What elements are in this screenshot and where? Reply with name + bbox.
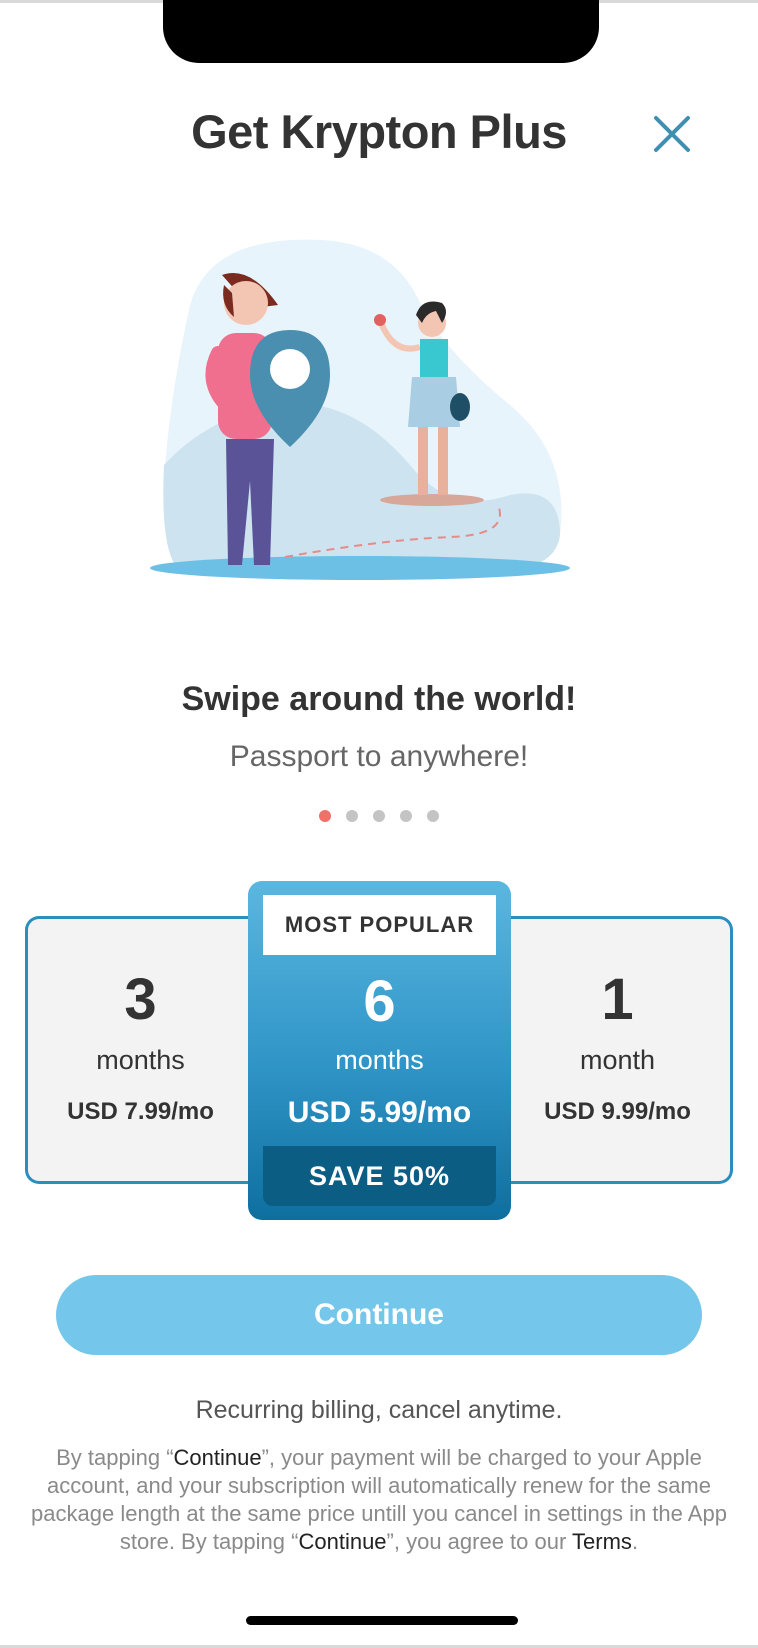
page-dot-2[interactable]	[346, 810, 358, 822]
terms-link[interactable]: Terms	[572, 1529, 632, 1554]
travel-illustration	[150, 239, 570, 580]
device-notch	[163, 0, 599, 63]
close-icon	[654, 116, 690, 152]
plan-price: USD 7.99/mo	[67, 1098, 214, 1125]
plan-duration-number: 1	[601, 967, 634, 1032]
legal-continue-2: Continue	[298, 1529, 387, 1554]
plan-card-6-months[interactable]: MOST POPULAR 6 months USD 5.99/mo SAVE 5…	[248, 881, 511, 1220]
plan-card-1-month[interactable]: 1 month USD 9.99/mo	[505, 916, 733, 1184]
page-dot-3[interactable]	[373, 810, 385, 822]
legal-text-4: .	[631, 1529, 639, 1554]
page-dot-5[interactable]	[427, 810, 439, 822]
legal-disclaimer: By tapping “Continue”, your payment will…	[30, 1444, 728, 1556]
plan-price: USD 9.99/mo	[544, 1098, 691, 1125]
close-button[interactable]	[648, 110, 698, 160]
recurring-billing-note: Recurring billing, cancel anytime.	[195, 1396, 563, 1424]
plan-duration-unit: month	[579, 1045, 656, 1075]
continue-button[interactable]: Continue	[56, 1275, 702, 1355]
home-indicator[interactable]	[246, 1616, 518, 1625]
plan-duration-unit: months	[335, 1045, 424, 1075]
plan-card-3-months[interactable]: 3 months USD 7.99/mo	[25, 916, 253, 1184]
feature-headline: Swipe around the world!	[181, 680, 577, 718]
most-popular-badge: MOST POPULAR	[263, 895, 496, 955]
legal-text-1: By tapping “	[56, 1445, 174, 1470]
page-dot-4[interactable]	[400, 810, 412, 822]
plan-duration-number: 6	[363, 969, 396, 1034]
plan-price: USD 5.99/mo	[287, 1096, 472, 1129]
plan-duration-unit: months	[96, 1045, 185, 1075]
legal-continue-1: Continue	[173, 1445, 262, 1470]
save-badge: SAVE 50%	[263, 1146, 496, 1206]
page-title: Get Krypton Plus	[191, 105, 567, 158]
plan-duration-number: 3	[124, 967, 157, 1032]
page-dot-1[interactable]	[319, 810, 331, 822]
carousel-page-indicator[interactable]	[0, 810, 758, 822]
feature-subline: Passport to anywhere!	[229, 740, 529, 773]
legal-text-3: ”, you agree to our	[386, 1529, 573, 1554]
